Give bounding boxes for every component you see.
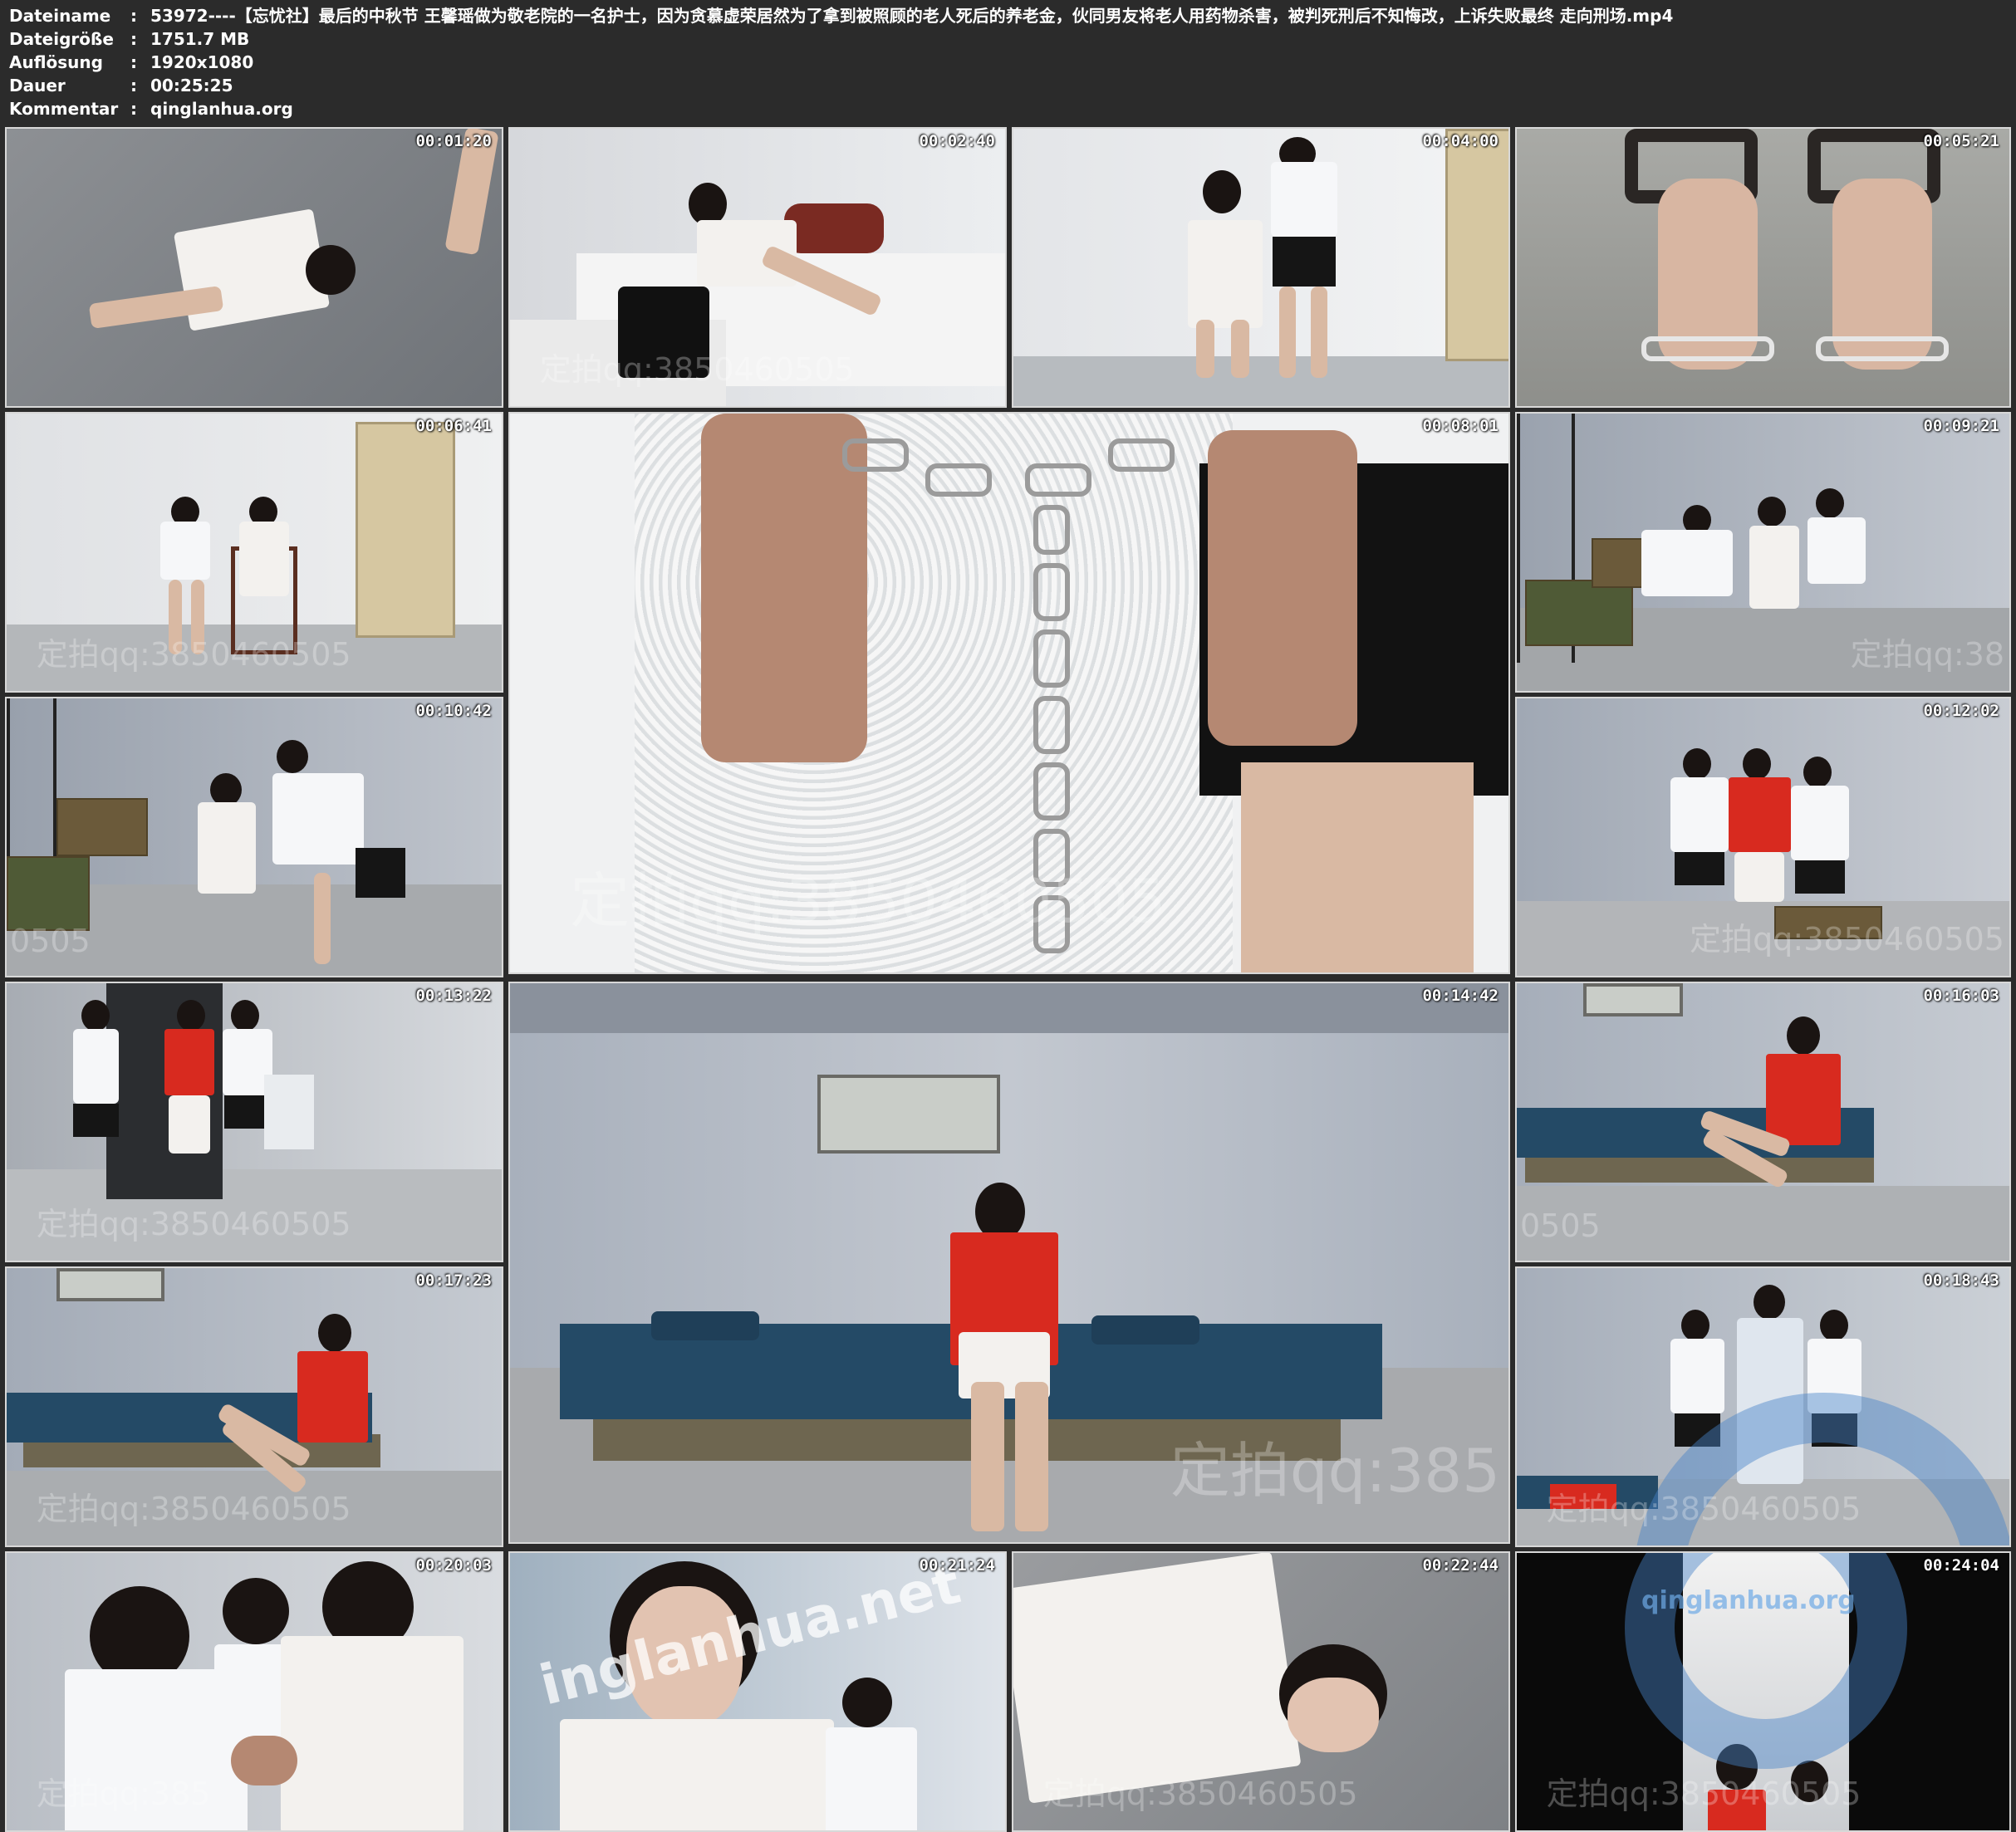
frame-scene	[1517, 129, 2009, 406]
frame-watermark: 0505	[10, 922, 91, 959]
frame-watermark: 定拍qq:3850460505	[1042, 1775, 1358, 1812]
frame-timestamp: 00:21:24	[919, 1556, 995, 1575]
frame-timestamp: 00:02:40	[919, 132, 995, 150]
frame-watermark: 定拍qq:385	[36, 1775, 211, 1812]
frame-watermark: 定拍qq:385	[1170, 1435, 1500, 1506]
frame-timestamp: 00:22:44	[1422, 1556, 1499, 1575]
file-info-header: Dateiname:53972----【忘忧社】最后的中秋节 王馨瑶做为敬老院的…	[0, 0, 2016, 125]
thumbnail-frame[interactable]: inglanhua.net 00:21:24	[508, 1551, 1007, 1832]
thumbnail-frame[interactable]: 00:18:43 定拍qq:3850460505	[1515, 1266, 2011, 1547]
thumbnail-frame[interactable]: 00:02:40 定拍qq:3850460505	[508, 127, 1007, 408]
frame-timestamp: 00:20:03	[415, 1556, 492, 1575]
meta-row-comment: Kommentar: qinglanhua.org	[9, 98, 293, 120]
meta-separator: :	[130, 6, 137, 26]
meta-separator: :	[130, 52, 137, 72]
frame-timestamp: 00:06:41	[415, 417, 492, 435]
meta-key: Dauer	[9, 76, 66, 96]
thumbnail-frame[interactable]: 00:20:03 定拍qq:385	[5, 1551, 503, 1832]
frame-scene	[7, 129, 502, 406]
meta-value-comment: qinglanhua.org	[150, 99, 293, 119]
frame-watermark: 定拍qq:3850460505	[1690, 920, 2004, 958]
thumbnail-grid: 00:01:20 00:02:40 定拍qq:3850460505 00:04:…	[0, 125, 2016, 1832]
meta-separator: :	[130, 29, 137, 49]
thumbnail-frame[interactable]: 00:16:03 0505	[1515, 982, 2011, 1262]
meta-value-filename: 53972----【忘忧社】最后的中秋节 王馨瑶做为敬老院的一名护士，因为贪慕虚…	[150, 6, 1674, 26]
frame-watermark: 定拍qq:3850460505	[36, 1490, 351, 1527]
thumbnail-frame[interactable]: 00:14:42 定拍qq:385	[508, 982, 1510, 1544]
frame-watermark: 定拍qq:3850460505	[570, 865, 1166, 936]
frame-watermark: 定拍qq:3850460505	[36, 635, 351, 673]
logo-watermark-text: qinglanhua.org	[1641, 1586, 1856, 1615]
frame-timestamp: 00:24:04	[1923, 1556, 1999, 1575]
meta-value-duration: 00:25:25	[150, 76, 233, 96]
frame-timestamp: 00:14:42	[1422, 987, 1499, 1005]
frame-timestamp: 00:01:20	[415, 132, 492, 150]
meta-row-filesize: Dateigröße:1751.7 MB	[9, 28, 249, 51]
thumbnail-frame[interactable]: 00:05:21	[1515, 127, 2011, 408]
thumbnail-frame[interactable]: 00:10:42 0505	[5, 697, 503, 977]
frame-watermark: 定拍qq:38	[1850, 635, 2004, 673]
frame-watermark: 定拍qq:3850460505	[1546, 1775, 1861, 1812]
frame-scene: inglanhua.net	[510, 1553, 1005, 1830]
meta-key: Auflösung	[9, 52, 103, 72]
thumbnail-frame[interactable]: 00:08:01 定拍qq:3850460505	[508, 412, 1510, 974]
thumbnail-frame[interactable]: 00:09:21 定拍qq:38	[1515, 412, 2011, 693]
frame-timestamp: 00:12:02	[1923, 702, 1999, 720]
frame-timestamp: 00:18:43	[1923, 1271, 1999, 1290]
meta-separator: :	[130, 76, 137, 96]
frame-timestamp: 00:08:01	[1422, 417, 1499, 435]
meta-value-resolution: 1920x1080	[150, 52, 254, 72]
meta-key: Kommentar	[9, 99, 119, 119]
meta-key: Dateiname	[9, 6, 111, 26]
meta-row-resolution: Auflösung:1920x1080	[9, 51, 253, 74]
meta-row-duration: Dauer:00:25:25	[9, 75, 233, 97]
meta-separator: :	[130, 99, 137, 119]
frame-watermark: 定拍qq:3850460505	[1546, 1490, 1861, 1527]
thumbnail-frame[interactable]: 00:22:44 定拍qq:3850460505	[1012, 1551, 1510, 1832]
frame-timestamp: 00:04:00	[1422, 132, 1499, 150]
frame-timestamp: 00:09:21	[1923, 417, 1999, 435]
meta-row-filename: Dateiname:53972----【忘忧社】最后的中秋节 王馨瑶做为敬老院的…	[9, 5, 1673, 27]
thumbnail-frame[interactable]: 00:01:20	[5, 127, 503, 408]
frame-watermark: 定拍qq:3850460505	[36, 1205, 351, 1242]
frame-watermark: 0505	[1520, 1207, 1601, 1244]
frame-watermark: 定拍qq:3850460505	[539, 350, 855, 388]
thumbnail-frame[interactable]: 00:12:02 定拍qq:3850460505	[1515, 697, 2011, 977]
frame-timestamp: 00:16:03	[1923, 987, 1999, 1005]
frame-timestamp: 00:17:23	[415, 1271, 492, 1290]
meta-value-filesize: 1751.7 MB	[150, 29, 250, 49]
frame-timestamp: 00:10:42	[415, 702, 492, 720]
thumbnail-frame[interactable]: 00:17:23 定拍qq:3850460505	[5, 1266, 503, 1547]
thumbnail-frame[interactable]: qinglanhua.org 00:24:04 定拍qq:3850460505	[1515, 1551, 2011, 1832]
meta-key: Dateigröße	[9, 29, 114, 49]
thumbnail-frame[interactable]: 00:06:41 定拍qq:3850460505	[5, 412, 503, 693]
frame-scene	[1013, 129, 1508, 406]
thumbnail-frame[interactable]: 00:04:00	[1012, 127, 1510, 408]
thumbnail-frame[interactable]: 00:13:22 定拍qq:3850460505	[5, 982, 503, 1262]
frame-timestamp: 00:05:21	[1923, 132, 1999, 150]
frame-timestamp: 00:13:22	[415, 987, 492, 1005]
